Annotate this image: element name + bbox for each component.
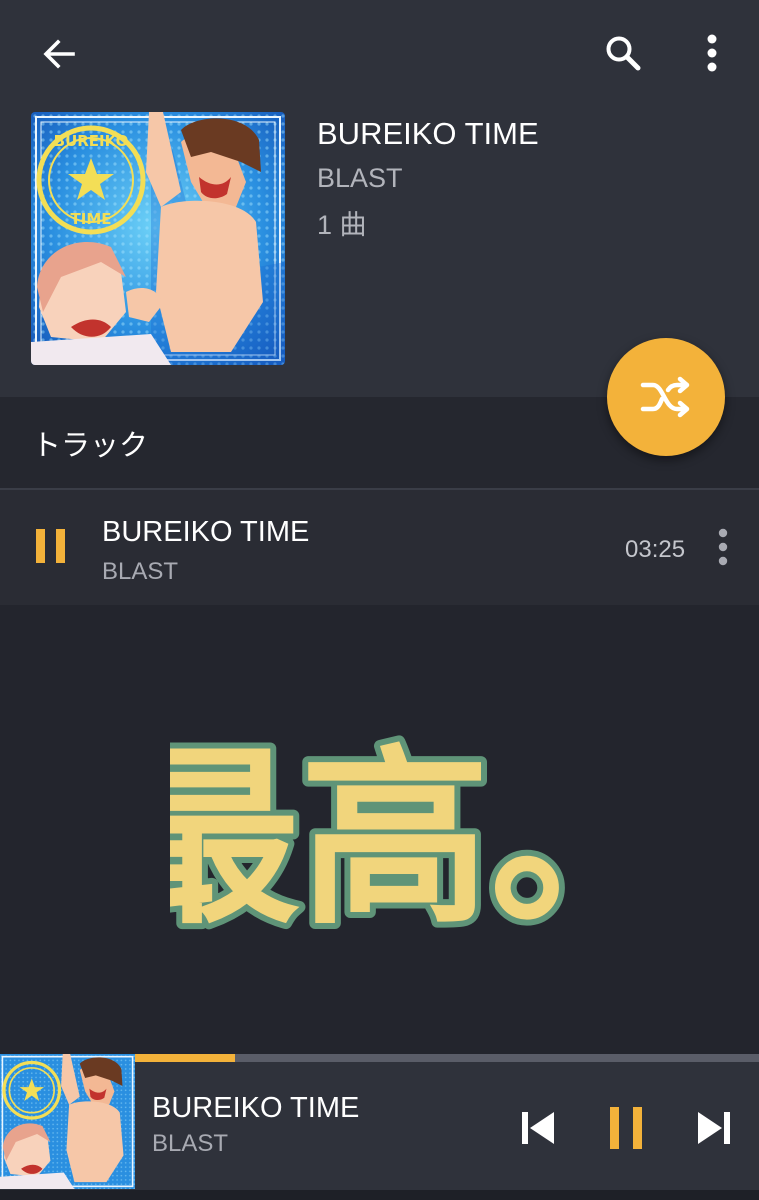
album-title: BUREIKO TIME [317, 116, 539, 151]
search-icon [606, 36, 641, 71]
album-badge-subtext: TIME [71, 210, 112, 228]
track-menu-button[interactable] [706, 524, 740, 570]
pause-icon [610, 1107, 642, 1149]
album-art[interactable]: BUREIKO TIME [31, 112, 285, 365]
album-header: BUREIKO TIME BUREIKO TIME BLAST 1 曲 [0, 0, 759, 397]
tracks-label: トラック [32, 430, 149, 462]
overflow-menu-button[interactable] [690, 28, 734, 78]
track-duration: 03:25 [625, 536, 686, 563]
pause-button[interactable] [604, 1104, 648, 1152]
now-playing-artist: BLAST [152, 1130, 229, 1157]
back-button[interactable] [30, 30, 88, 78]
album-track-count: 1 曲 [317, 210, 367, 240]
shuffle-button[interactable] [607, 338, 725, 456]
album-artist[interactable]: BLAST [317, 163, 403, 194]
track-artist: BLAST [102, 558, 179, 585]
search-button[interactable] [598, 28, 648, 78]
shuffle-icon [640, 376, 690, 418]
track-row[interactable]: BUREIKO TIME BLAST 03:25 [0, 490, 759, 605]
next-button[interactable] [692, 1106, 736, 1150]
album-badge-text: BUREIKO [54, 132, 129, 150]
track-title: BUREIKO TIME [102, 516, 310, 548]
system-nav-strip [0, 1190, 759, 1200]
now-playing-art[interactable] [0, 1054, 135, 1189]
skip-previous-icon [522, 1112, 554, 1144]
now-playing-title: BUREIKO TIME [152, 1092, 360, 1124]
more-vert-icon [707, 34, 717, 72]
now-playing-bar[interactable]: BUREIKO TIME BLAST [0, 1054, 759, 1200]
pause-icon [36, 529, 65, 563]
sticker-text: 最高。 [170, 729, 620, 950]
previous-button[interactable] [516, 1106, 560, 1150]
skip-next-icon [698, 1112, 730, 1144]
more-vert-icon [718, 528, 728, 566]
arrow-back-icon [43, 39, 75, 69]
sticker-image: 最高。 [104, 700, 686, 960]
